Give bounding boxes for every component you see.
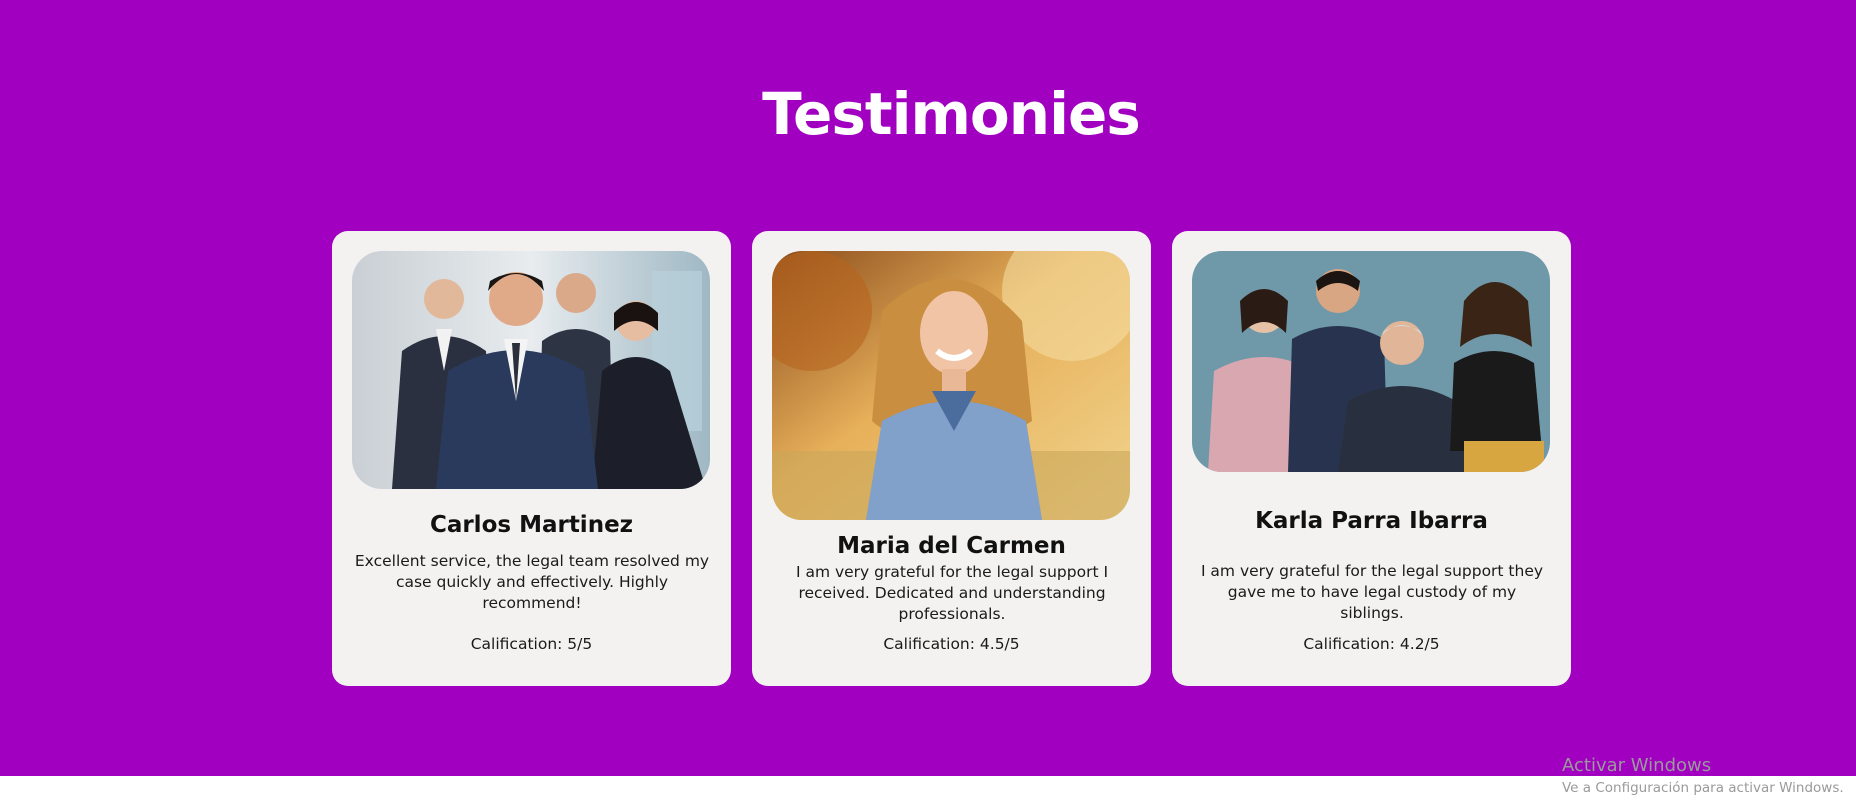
testimonial-name: Maria del Carmen [837,533,1066,559]
testimonial-text: Excellent service, the legal team resolv… [354,552,710,612]
testimonial-card: Karla Parra Ibarra I am very grateful fo… [1172,231,1571,686]
testimonial-rating: Calification: 4.2/5 [1303,635,1440,653]
testimonial-text: I am very grateful for the legal support… [795,563,1109,623]
testimonial-photo-family [1192,251,1550,472]
testimonial-rating: Calification: 5/5 [470,635,593,653]
testimonial-photo-woman [772,251,1130,520]
testimonial-card: Maria del Carmen I am very grateful for … [752,231,1151,686]
testimonial-name: Carlos Martinez [429,512,634,538]
testimonial-rating: Calification: 4.5/5 [883,635,1020,653]
testimonial-photo-team [352,251,710,489]
windows-activation-subtitle: Ve a Configuración para activar Windows. [1562,780,1844,796]
windows-activation-title: Activar Windows [1562,755,1712,776]
testimonial-name: Karla Parra Ibarra [1255,508,1488,534]
testimonies-section: Testimonies Carlos Martinez Excellent se… [0,0,1856,776]
testimonial-card: Carlos Martinez Excellent service, the l… [332,231,731,686]
testimonial-text: I am very grateful for the legal support… [1200,562,1544,622]
section-title: Testimonies [762,80,1141,148]
